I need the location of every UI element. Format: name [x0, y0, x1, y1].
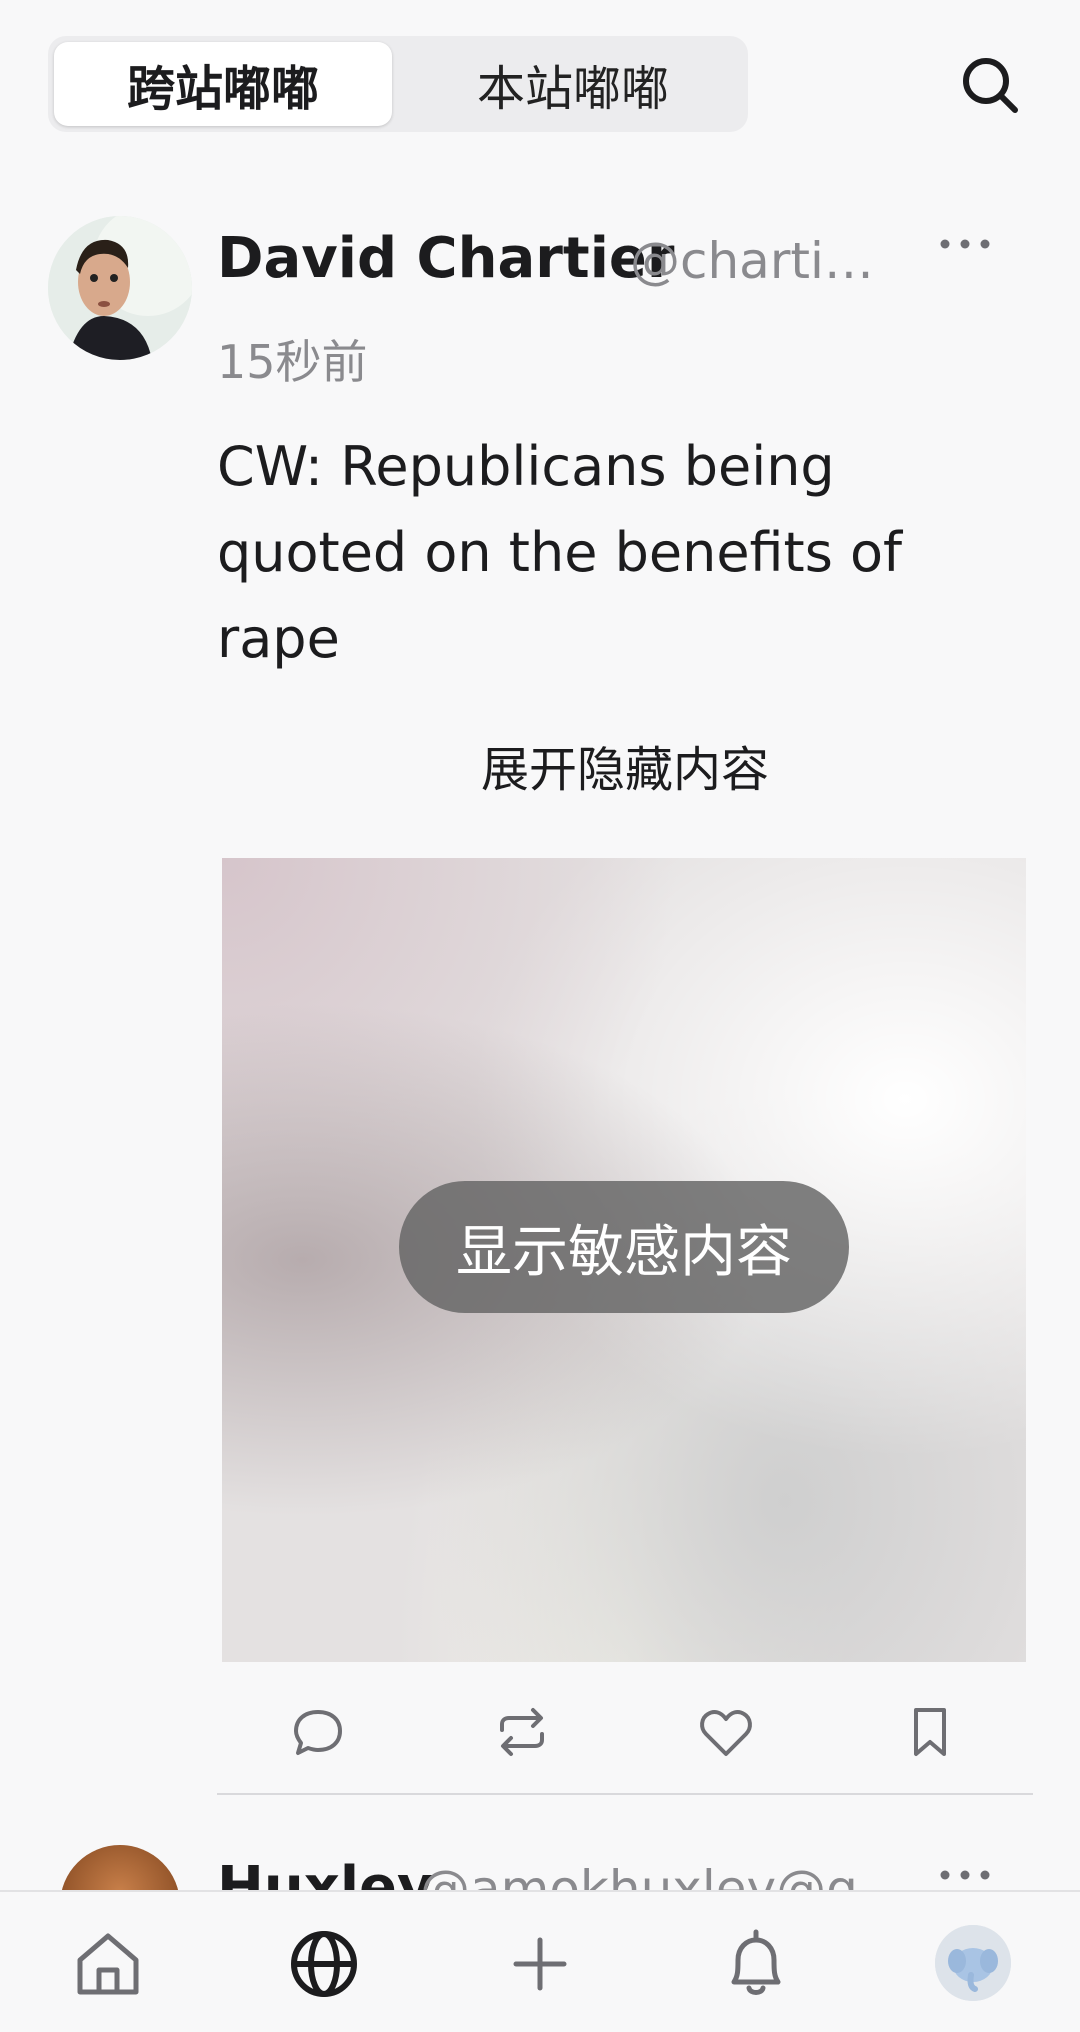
reply-icon[interactable] [286, 1700, 350, 1764]
author-name[interactable]: David Chartier [217, 226, 675, 291]
tab-federated[interactable]: 跨站嘟嘟 [54, 42, 392, 126]
tab-local[interactable]: 本站嘟嘟 [404, 42, 742, 126]
bottom-navigation [0, 1890, 1080, 2032]
heart-icon[interactable] [694, 1700, 758, 1764]
author-avatar[interactable] [48, 216, 192, 360]
author-handle[interactable]: @chartie… [630, 232, 885, 290]
content-warning-text: CW: Republicans being quoted on the bene… [217, 435, 903, 670]
plus-icon[interactable] [498, 1922, 582, 2006]
bell-icon[interactable] [714, 1922, 798, 2006]
bookmark-icon[interactable] [898, 1700, 962, 1764]
search-icon[interactable] [955, 50, 1025, 120]
expand-hidden-content-button[interactable]: 展开隐藏内容 [360, 730, 890, 800]
more-icon[interactable] [935, 226, 995, 266]
post-timestamp: 15秒前 [217, 335, 368, 389]
boost-icon[interactable] [490, 1700, 554, 1764]
post-divider [217, 1793, 1033, 1795]
timeline-tabs: 跨站嘟嘟 本站嘟嘟 [48, 36, 748, 132]
show-sensitive-content-button[interactable]: 显示敏感内容 [399, 1181, 849, 1313]
globe-icon[interactable] [282, 1922, 366, 2006]
home-icon[interactable] [66, 1922, 150, 2006]
avatar[interactable] [935, 1925, 1011, 2001]
